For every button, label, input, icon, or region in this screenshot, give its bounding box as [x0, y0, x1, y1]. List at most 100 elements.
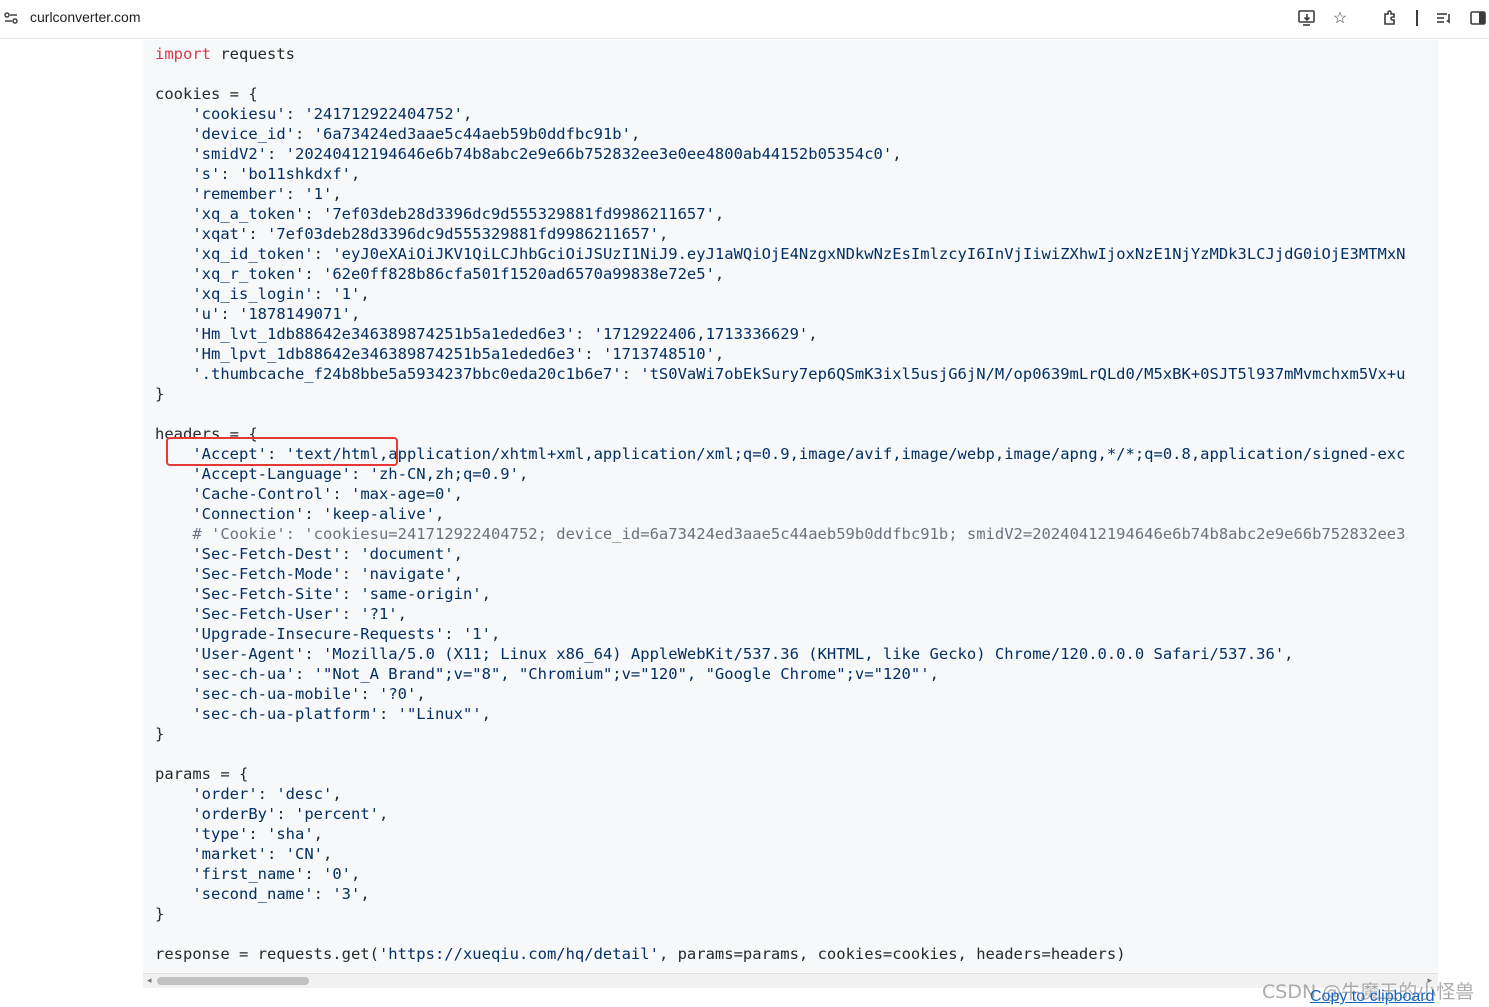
code-token: ,	[518, 465, 529, 483]
code-line: 'xq_id_token': 'eyJ0eXAiOiJKV1QiLCJhbGci…	[155, 244, 1405, 264]
install-app-icon[interactable]	[1297, 8, 1317, 28]
code-token: :	[266, 445, 286, 463]
code-token: 'percent'	[295, 805, 379, 823]
code-token: 'max-age=0'	[350, 485, 454, 503]
code-token: 'xq_is_login'	[192, 285, 314, 303]
code-token: '62e0ff828b86cfa501f1520ad6570a99838e72e…	[322, 265, 715, 283]
scroll-left-arrow-icon[interactable]: ◂	[147, 975, 152, 986]
code-line: 'smidV2': '20240412194646e6b74b8abc2e9e6…	[155, 144, 1405, 164]
code-token: 'zh-CN,zh;q=0.9'	[369, 465, 519, 483]
code-token: '20240412194646e6b74b8abc2e9e66b752832ee…	[285, 145, 893, 163]
code-line: 'Accept': 'text/html,application/xhtml+x…	[155, 444, 1405, 464]
code-token: 'keep-alive'	[322, 505, 435, 523]
code-token: 'Sec-Fetch-Dest'	[192, 545, 342, 563]
code-token: :	[584, 345, 603, 363]
code-token: ,	[332, 785, 342, 803]
code-token: :	[257, 785, 277, 803]
code-token: 'Hm_lpvt_1db88642e346389874251b5a1eded6e…	[192, 345, 585, 363]
code-token: :	[444, 625, 463, 643]
code-line: 'first_name': '0',	[155, 864, 1405, 884]
code-token: 'https://xueqiu.com/hq/detail'	[378, 945, 659, 963]
code-token: 'orderBy'	[192, 805, 277, 823]
code-token: :	[248, 825, 267, 843]
code-token: '7ef03deb28d3396dc9d555329881fd998621165…	[267, 225, 659, 243]
scrollbar-thumb[interactable]	[157, 977, 309, 985]
scroll-right-arrow-icon[interactable]: ▸	[1427, 975, 1432, 986]
code-token: ,	[313, 825, 324, 843]
code-token: :	[360, 685, 379, 703]
code-line: 'orderBy': 'percent',	[155, 804, 1405, 824]
code-token: '3'	[332, 885, 361, 903]
code-line: 'cookiesu': '241712922404752',	[155, 104, 1405, 124]
bookmark-star-icon[interactable]: ☆	[1330, 8, 1350, 28]
python-code-block: import requests cookies = { 'cookiesu': …	[155, 44, 1405, 964]
code-token: '0'	[322, 865, 351, 883]
code-token: }	[155, 725, 165, 743]
code-token: :	[304, 265, 323, 283]
site-info-icon[interactable]	[4, 10, 18, 26]
code-token: 'Hm_lvt_1db88642e346389874251b5a1eded6e3…	[192, 325, 575, 343]
code-token: 'type'	[192, 825, 249, 843]
code-token: ,	[360, 885, 370, 903]
code-token: # 'Cookie': 'cookiesu=241712922404752; d…	[192, 525, 1406, 543]
code-line: 'sec-ch-ua-platform': '"Linux"',	[155, 704, 1405, 724]
code-token: }	[155, 905, 165, 923]
code-token: 'sec-ch-ua'	[192, 665, 295, 683]
code-token: :	[341, 545, 361, 563]
copy-to-clipboard-link[interactable]: Copy to clipboard	[1310, 988, 1435, 1006]
code-token: 'sha'	[267, 825, 314, 843]
code-token: '241712922404752'	[304, 105, 463, 123]
code-line: 'market': 'CN',	[155, 844, 1405, 864]
code-token: :	[341, 605, 361, 623]
code-token: ,	[490, 625, 501, 643]
code-token: 'market'	[192, 845, 267, 863]
code-token: ,	[360, 285, 370, 303]
code-token: ,	[453, 545, 463, 563]
side-panel-icon[interactable]	[1468, 8, 1488, 28]
code-token: :	[304, 865, 323, 883]
code-token: :	[294, 665, 314, 683]
code-token: 'bo11shkdxf'	[239, 165, 351, 183]
code-token: 'document'	[360, 545, 454, 563]
code-token: 'Sec-Fetch-Mode'	[192, 565, 342, 583]
code-token: 'remember'	[192, 185, 286, 203]
code-output-panel: import requests cookies = { 'cookiesu': …	[143, 40, 1438, 973]
reading-list-icon[interactable]	[1434, 8, 1454, 28]
code-line: }	[155, 904, 1405, 924]
code-token: ,	[481, 585, 491, 603]
code-token: :	[621, 365, 641, 383]
code-token: ,	[350, 165, 361, 183]
code-line: 'remember': '1',	[155, 184, 1405, 204]
code-token: '.thumbcache_f24b8bbe5a5934237bbc0eda20c…	[192, 365, 622, 383]
code-line: 'Sec-Fetch-User': '?1',	[155, 604, 1405, 624]
code-token: :	[304, 205, 323, 223]
code-token: 'first_name'	[192, 865, 305, 883]
code-line: 'Upgrade-Insecure-Requests': '1',	[155, 624, 1405, 644]
address-bar-url[interactable]: curlconverter.com	[30, 9, 140, 25]
code-token: cookies = {	[155, 85, 258, 103]
code-token: 'Mozilla/5.0 (X11; Linux x86_64) AppleWe…	[322, 645, 1285, 663]
code-token: response = requests.get(	[155, 945, 379, 963]
code-token: ,	[379, 805, 389, 823]
code-line: 'Connection': 'keep-alive',	[155, 504, 1405, 524]
code-token: 'text/html,application/xhtml+xml,applica…	[285, 445, 1406, 463]
horizontal-scrollbar[interactable]: ◂ ▸	[143, 973, 1438, 988]
code-token: ,	[1284, 645, 1294, 663]
extensions-icon[interactable]	[1380, 8, 1400, 28]
toolbar-divider	[1416, 10, 1418, 26]
code-line: 'Cache-Control': 'max-age=0',	[155, 484, 1405, 504]
code-token: 'navigate'	[360, 565, 454, 583]
code-token: requests	[211, 45, 295, 63]
